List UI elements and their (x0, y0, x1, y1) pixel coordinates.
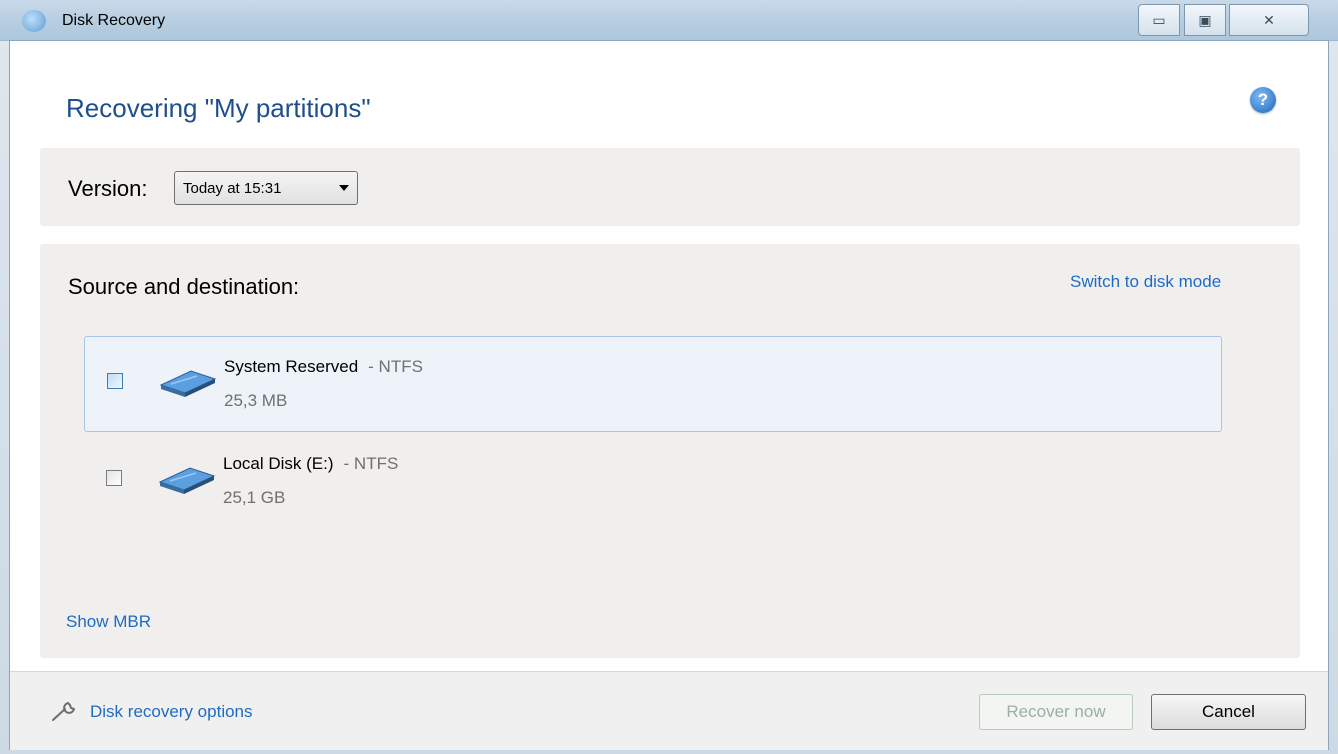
hard-disk-icon (158, 467, 216, 494)
title-bar[interactable]: Disk Recovery ▭ ▣ ✕ (0, 0, 1338, 41)
page-title: Recovering "My partitions" (66, 93, 371, 123)
dialog-content: Recovering "My partitions" ? Version: To… (9, 40, 1329, 750)
partition-size: 25,1 GB (223, 488, 286, 507)
help-icon[interactable]: ? (1250, 87, 1276, 113)
window-title: Disk Recovery (62, 12, 166, 29)
recover-now-button[interactable]: Recover now (979, 694, 1133, 730)
version-select[interactable]: Today at 15:31 (174, 171, 358, 205)
version-select-value: Today at 15:31 (183, 180, 282, 197)
source-destination-panel: Source and destination: Switch to disk m… (40, 244, 1300, 658)
minimize-icon: ▭ (1152, 11, 1166, 28)
wrench-icon (52, 701, 76, 721)
maximize-icon: ▣ (1198, 11, 1212, 28)
close-button[interactable]: ✕ (1229, 4, 1309, 36)
partition-label: System Reserved (224, 357, 359, 376)
close-icon: ✕ (1263, 11, 1275, 28)
partition-checkbox[interactable] (107, 373, 123, 389)
disk-recovery-window: Disk Recovery ▭ ▣ ✕ Recovering "My parti… (0, 0, 1338, 754)
partition-filesystem: - NTFS (368, 357, 423, 376)
app-icon (22, 10, 46, 32)
partition-label: Local Disk (E:) (223, 454, 334, 473)
partition-name: Local Disk (E:) - NTFS (223, 454, 398, 474)
partition-filesystem: - NTFS (343, 454, 399, 473)
partition-name: System Reserved - NTFS (224, 357, 423, 377)
version-panel: Version: Today at 15:31 (40, 148, 1300, 226)
switch-to-disk-mode-link[interactable]: Switch to disk mode (1070, 272, 1221, 292)
dialog-footer: Disk recovery options Recover now Cancel (10, 671, 1328, 750)
minimize-button[interactable]: ▭ (1138, 4, 1180, 36)
source-destination-label: Source and destination: (68, 274, 300, 299)
hard-disk-icon (159, 370, 217, 397)
partition-row[interactable]: Local Disk (E:) - NTFS 25,1 GB (84, 434, 1222, 530)
partition-row[interactable]: System Reserved - NTFS 25,3 MB (84, 336, 1222, 432)
show-mbr-link[interactable]: Show MBR (66, 612, 151, 632)
partition-checkbox[interactable] (106, 470, 122, 486)
cancel-button[interactable]: Cancel (1151, 694, 1306, 730)
maximize-button[interactable]: ▣ (1184, 4, 1226, 36)
disk-recovery-options-link[interactable]: Disk recovery options (90, 702, 253, 722)
chevron-down-icon (339, 185, 349, 191)
partition-size: 25,3 MB (224, 391, 288, 410)
version-label: Version: (68, 176, 148, 201)
